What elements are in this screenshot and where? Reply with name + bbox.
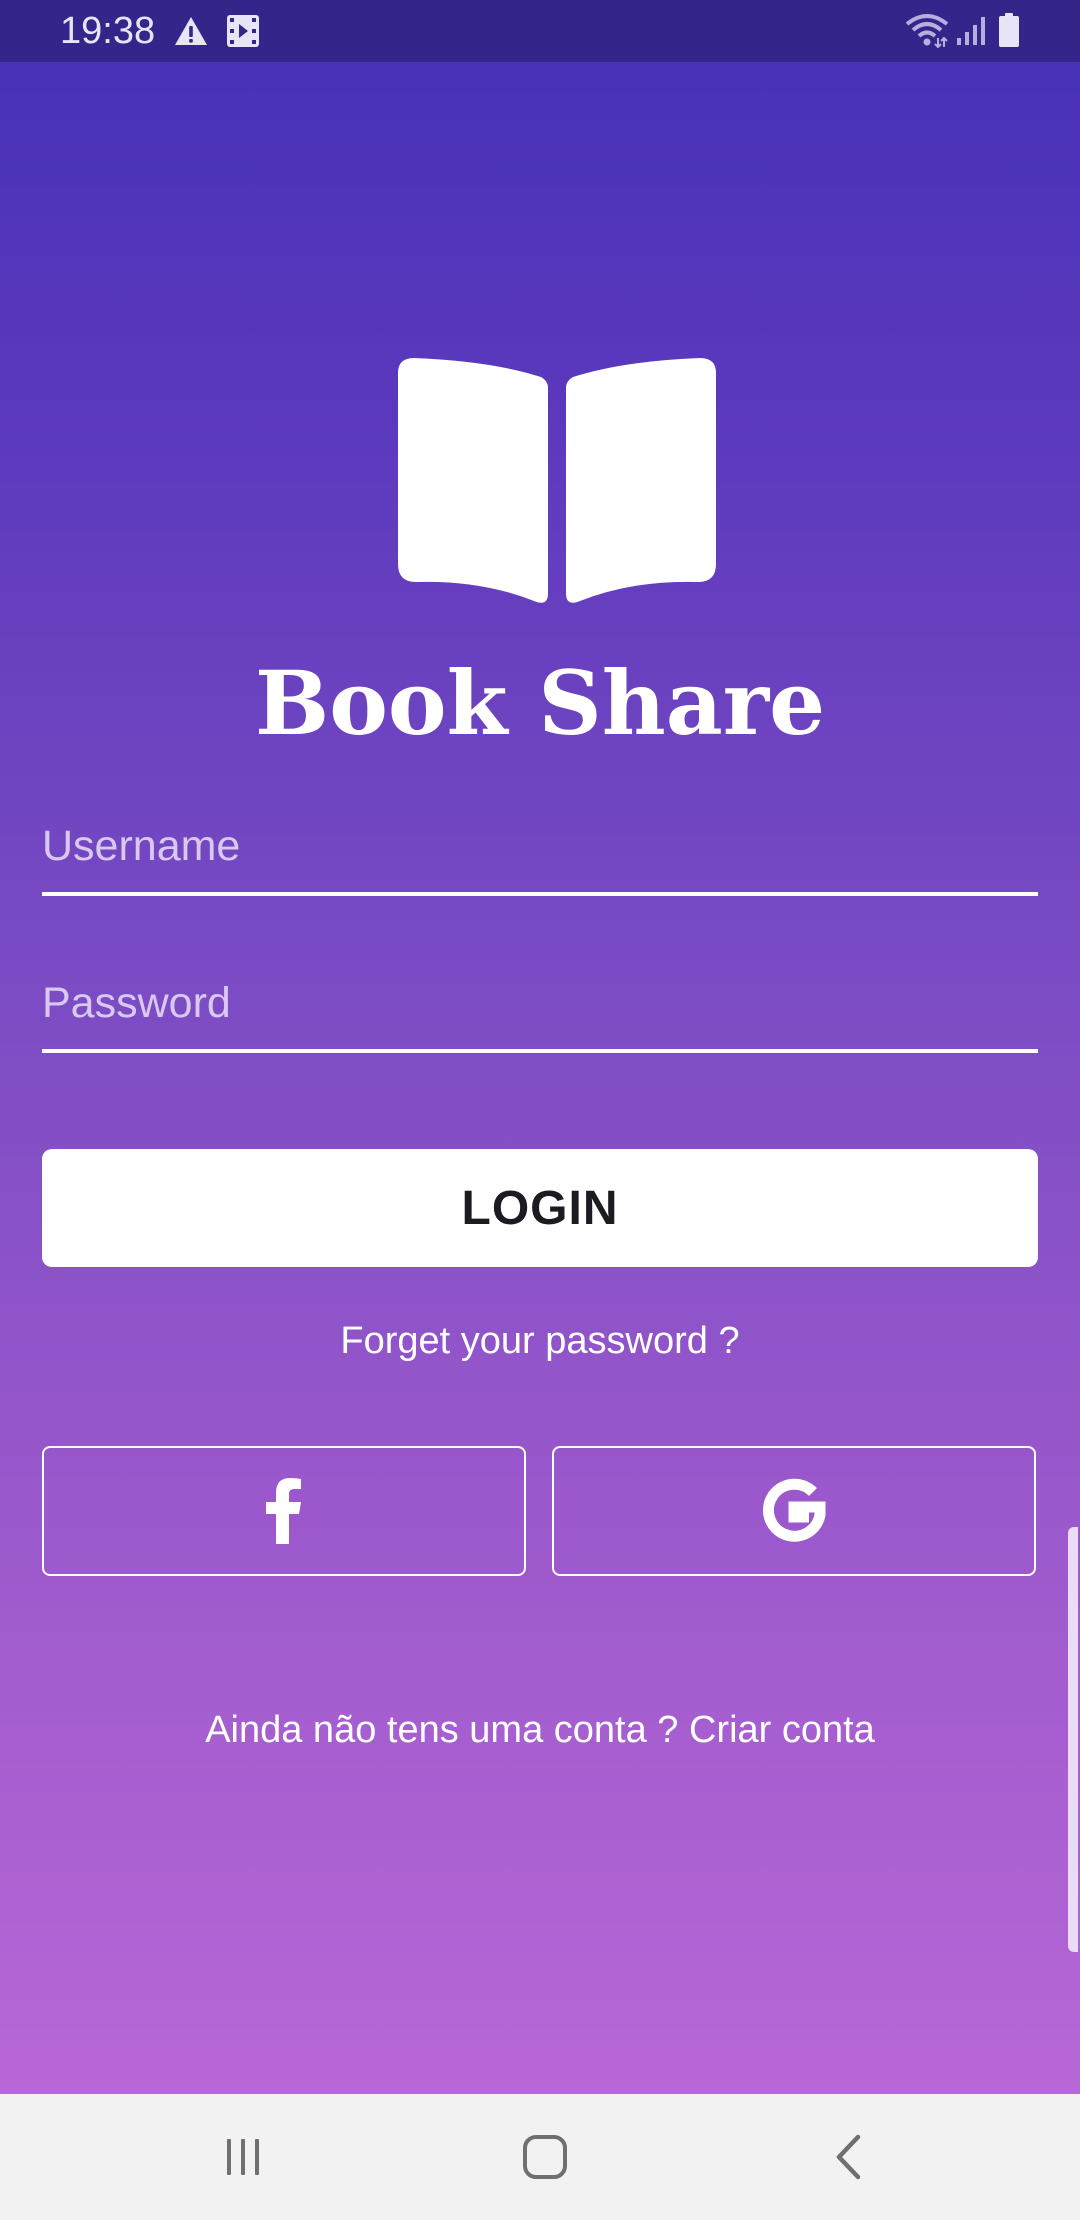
signal-icon bbox=[957, 17, 985, 45]
navigation-bar bbox=[0, 2094, 1080, 2220]
google-login-button[interactable] bbox=[552, 1446, 1036, 1576]
app-title: Book Share bbox=[254, 651, 826, 755]
signup-link[interactable]: Criar conta bbox=[689, 1709, 875, 1751]
wifi-icon bbox=[905, 14, 949, 48]
username-underline bbox=[42, 892, 1038, 896]
media-icon bbox=[227, 15, 259, 47]
username-input[interactable] bbox=[42, 800, 1038, 892]
open-book-icon bbox=[398, 358, 716, 603]
warning-icon bbox=[175, 17, 207, 45]
status-bar: 19:38 bbox=[0, 0, 1080, 62]
back-button[interactable] bbox=[768, 2094, 928, 2220]
password-field[interactable] bbox=[42, 957, 1038, 1053]
back-icon bbox=[836, 2134, 861, 2180]
home-icon bbox=[523, 2135, 567, 2179]
username-field[interactable] bbox=[42, 800, 1038, 896]
home-button[interactable] bbox=[465, 2094, 625, 2220]
password-input[interactable] bbox=[42, 957, 1038, 1049]
signup-row: Ainda não tens uma conta ? Criar conta bbox=[0, 1704, 1080, 1756]
login-button[interactable]: LOGIN bbox=[42, 1149, 1038, 1267]
forgot-password-link[interactable]: Forget your password ? bbox=[0, 1316, 1080, 1366]
google-icon bbox=[762, 1478, 826, 1542]
scrollbar[interactable] bbox=[1068, 1527, 1078, 1952]
signup-prompt: Ainda não tens uma conta ? bbox=[205, 1709, 679, 1751]
password-underline bbox=[42, 1049, 1038, 1053]
status-time: 19:38 bbox=[60, 10, 156, 52]
facebook-login-button[interactable] bbox=[42, 1446, 526, 1576]
recent-apps-button[interactable] bbox=[163, 2094, 323, 2220]
battery-icon bbox=[999, 13, 1019, 47]
recent-apps-icon bbox=[227, 2139, 259, 2175]
facebook-icon bbox=[266, 1478, 301, 1544]
